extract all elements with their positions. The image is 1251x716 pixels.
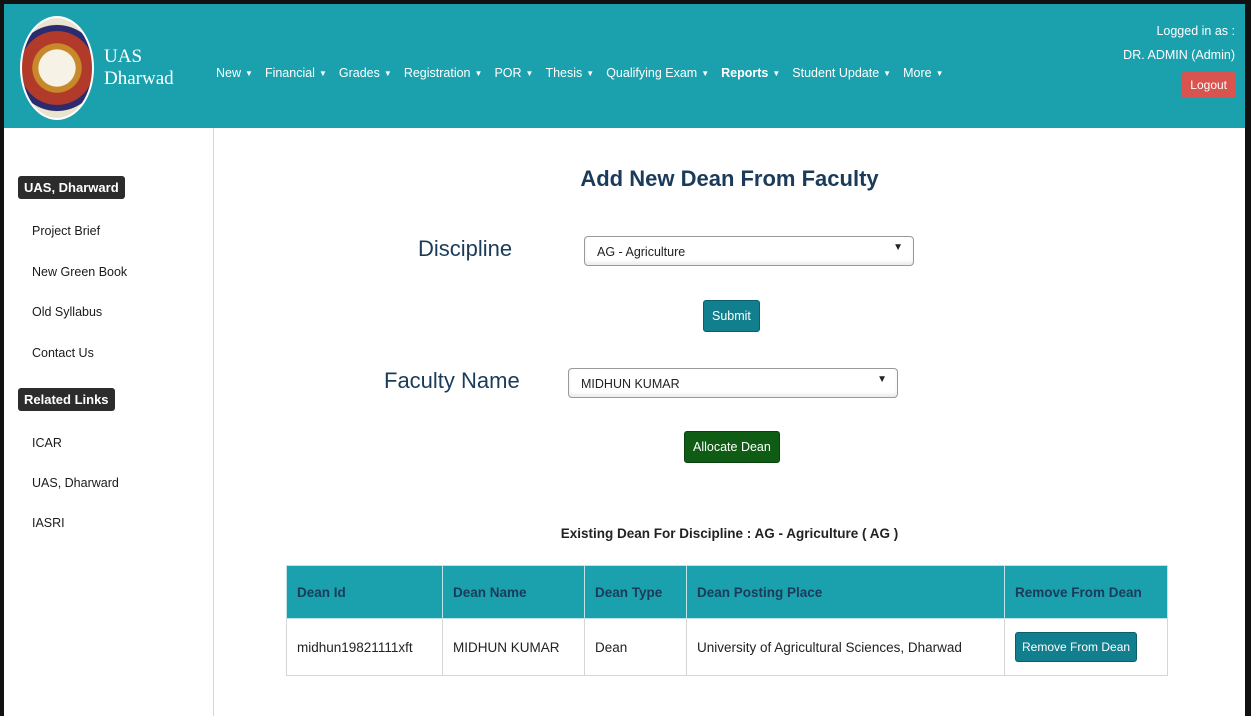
top-header: UAS Dharwad New ▼ Financial ▼ Grades ▼ Regi…	[4, 4, 1245, 128]
nav-item-student-update[interactable]: Student Update ▼	[786, 66, 897, 80]
caret-down-icon: ▼	[383, 69, 392, 78]
caret-down-icon: ▼	[701, 69, 710, 78]
logged-in-user: DR. ADMIN (Admin)	[1123, 48, 1235, 62]
brand-line2: Dharwad	[104, 68, 174, 89]
sidebar-link-project-brief[interactable]: Project Brief	[32, 224, 100, 238]
caret-down-icon: ▼	[883, 69, 892, 78]
sidebar-section-uas: UAS, Dharward	[18, 176, 125, 199]
table-row: midhun19821111xft MIDHUN KUMAR Dean Univ…	[286, 618, 1168, 676]
cell-dean-posting-place: University of Agricultural Sciences, Dha…	[686, 618, 1005, 676]
sidebar-link-contact-us[interactable]: Contact Us	[32, 346, 94, 360]
dean-table: Dean Id Dean Name Dean Type Dean Posting…	[286, 565, 1168, 676]
col-dean-id: Dean Id	[286, 565, 443, 619]
sidebar-link-new-green-book[interactable]: New Green Book	[32, 265, 127, 279]
discipline-select[interactable]: AG - Agriculture ▼	[584, 236, 914, 266]
nav-item-financial[interactable]: Financial ▼	[259, 66, 333, 80]
caret-down-icon: ▼	[318, 69, 327, 78]
caret-down-icon: ▼	[474, 69, 483, 78]
col-dean-name: Dean Name	[442, 565, 585, 619]
caret-down-icon: ▼	[935, 69, 944, 78]
nav-item-reports[interactable]: Reports ▼	[715, 66, 786, 80]
discipline-label: Discipline	[418, 236, 513, 261]
logout-button[interactable]: Logout	[1182, 72, 1235, 98]
sidebar-section-related-links: Related Links	[18, 388, 115, 411]
existing-dean-heading: Existing Dean For Discipline : AG - Agri…	[560, 526, 899, 541]
nav-item-qualifying-exam[interactable]: Qualifying Exam ▼	[600, 66, 715, 80]
discipline-selected-value: AG - Agriculture	[597, 245, 686, 259]
remove-from-dean-button[interactable]: Remove From Dean	[1015, 632, 1138, 662]
faculty-select[interactable]: MIDHUN KUMAR ▼	[568, 368, 898, 398]
cell-dean-id: midhun19821111xft	[286, 618, 443, 676]
faculty-selected-value: MIDHUN KUMAR	[581, 377, 680, 391]
cell-dean-name: MIDHUN KUMAR	[442, 618, 585, 676]
logged-in-label: Logged in as :	[1156, 24, 1235, 38]
sidebar-link-uas-dharward[interactable]: UAS, Dharward	[32, 476, 119, 490]
nav-item-more[interactable]: More ▼	[897, 66, 949, 80]
nav-item-grades[interactable]: Grades ▼	[333, 66, 398, 80]
allocate-dean-button[interactable]: Allocate Dean	[684, 431, 780, 463]
main-content: Add New Dean From Faculty Discipline AG …	[214, 128, 1245, 716]
main-nav: New ▼ Financial ▼ Grades ▼ Registration ▼ PO…	[210, 66, 950, 80]
sidebar-link-iasri[interactable]: IASRI	[32, 516, 65, 530]
caret-down-icon: ▼	[525, 69, 534, 78]
dropdown-arrow-icon: ▼	[877, 374, 887, 385]
cell-remove: Remove From Dean	[1004, 618, 1168, 676]
page-title: Add New Dean From Faculty	[580, 166, 879, 191]
faculty-name-label: Faculty Name	[384, 368, 520, 393]
brand-name[interactable]: UAS Dharwad	[104, 46, 174, 90]
sidebar: UAS, Dharward Project Brief New Green Bo…	[4, 128, 214, 716]
brand-line1: UAS	[104, 46, 143, 67]
university-logo[interactable]	[20, 16, 94, 120]
dropdown-arrow-icon: ▼	[893, 242, 903, 253]
nav-item-registration[interactable]: Registration ▼	[398, 66, 489, 80]
login-panel: Logged in as : DR. ADMIN (Admin) Logout	[1123, 24, 1235, 98]
caret-down-icon: ▼	[586, 69, 595, 78]
caret-down-icon: ▼	[772, 69, 781, 78]
table-header-row: Dean Id Dean Name Dean Type Dean Posting…	[286, 565, 1168, 619]
col-remove-from-dean: Remove From Dean	[1004, 565, 1168, 619]
sidebar-link-icar[interactable]: ICAR	[32, 436, 62, 450]
nav-item-thesis[interactable]: Thesis ▼	[539, 66, 600, 80]
col-dean-type: Dean Type	[584, 565, 687, 619]
sidebar-link-old-syllabus[interactable]: Old Syllabus	[32, 305, 102, 319]
cell-dean-type: Dean	[584, 618, 687, 676]
submit-button[interactable]: Submit	[703, 300, 760, 332]
nav-item-por[interactable]: POR ▼	[488, 66, 539, 80]
col-dean-posting-place: Dean Posting Place	[686, 565, 1005, 619]
nav-item-new[interactable]: New ▼	[210, 66, 259, 80]
caret-down-icon: ▼	[245, 69, 253, 78]
